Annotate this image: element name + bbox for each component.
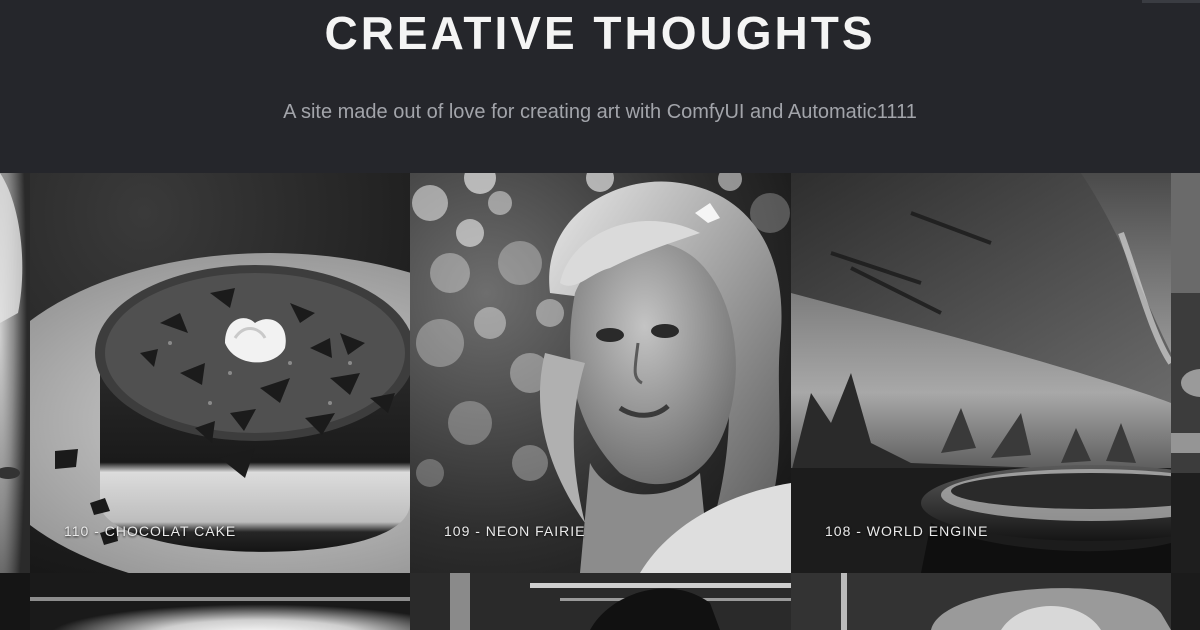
gallery-tile-world-engine[interactable]: 108 - WORLD ENGINE	[791, 173, 1171, 573]
chocolate-cake-thumbnail	[30, 173, 410, 573]
gallery-tile-row2-2[interactable]	[410, 573, 791, 630]
gallery-tile-row2-1[interactable]	[30, 573, 410, 630]
site-title[interactable]: CREATIVE THOUGHTS	[0, 6, 1200, 60]
site-tagline: A site made out of love for creating art…	[283, 101, 917, 123]
thumbnail-image	[1171, 573, 1200, 630]
gallery-tile-row2-3[interactable]	[791, 573, 1171, 630]
gallery-tile-partial-left[interactable]	[0, 173, 30, 573]
gallery-tile-neon-fairie[interactable]: 109 - NEON FAIRIE	[410, 173, 791, 573]
tile-caption: 109 - NEON FAIRIE	[444, 523, 586, 539]
tile-caption: 108 - WORLD ENGINE	[825, 523, 989, 539]
sun-thumbnail	[30, 573, 410, 630]
fairie-portrait-thumbnail	[410, 173, 791, 573]
gallery-tile-row2-partial-left[interactable]	[0, 573, 30, 630]
cockpit-thumbnail	[791, 573, 1171, 630]
scifi-thumbnail	[1171, 173, 1200, 573]
gallery-tile-partial-right[interactable]	[1171, 173, 1200, 573]
gallery-tile-chocolat-cake[interactable]: 110 - CHOCOLAT CAKE	[30, 173, 410, 573]
corner-tab	[1142, 0, 1200, 3]
scifi-girl-thumbnail	[410, 573, 791, 630]
tile-caption: 110 - CHOCOLAT CAKE	[64, 523, 237, 539]
world-engine-thumbnail	[791, 173, 1171, 573]
portrait-thumbnail	[0, 173, 30, 573]
gallery-tile-row2-partial-right[interactable]	[1171, 573, 1200, 630]
site-header: CREATIVE THOUGHTS A site made out of lov…	[0, 0, 1200, 173]
thumbnail-image	[0, 573, 30, 630]
